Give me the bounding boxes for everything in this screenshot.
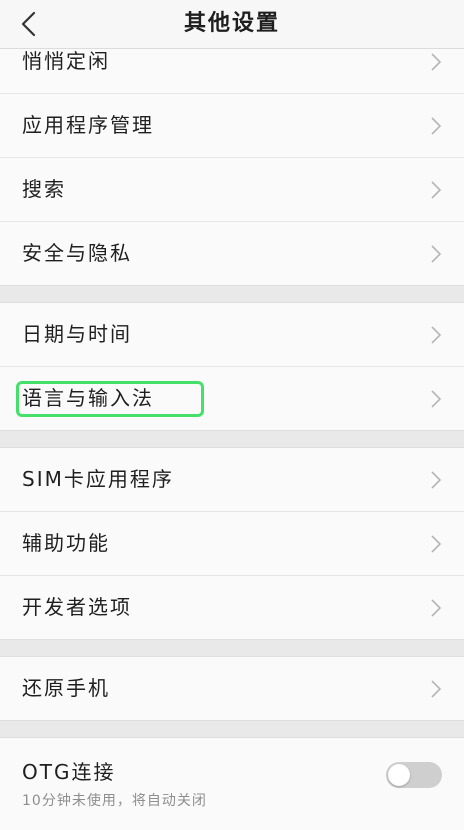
menu-item-accessibility[interactable]: 辅助功能 — [0, 512, 464, 576]
page-title: 其他设置 — [183, 11, 280, 36]
menu-item-label: 应用程序管理 — [22, 113, 154, 137]
menu-item-reset-phone[interactable]: 还原手机 — [0, 657, 464, 720]
settings-group-1: 悄悄定闲 应用程序管理 搜索 安全与隐私 — [0, 30, 464, 285]
menu-item-label: 搜索 — [22, 177, 66, 201]
chevron-right-icon — [431, 390, 442, 408]
top-bar: 其他设置 — [0, 0, 464, 49]
chevron-right-icon — [431, 535, 442, 553]
settings-group-3: SIM卡应用程序 辅助功能 开发者选项 — [0, 448, 464, 639]
menu-item-language-input[interactable]: 语言与输入法 — [0, 367, 464, 430]
menu-item-label: SIM卡应用程序 — [22, 467, 174, 491]
menu-item-label: 辅助功能 — [22, 531, 110, 555]
chevron-right-icon — [431, 471, 442, 489]
chevron-right-icon — [431, 326, 442, 344]
otg-subtitle: 10分钟未使用，将自动关闭 — [22, 793, 207, 809]
chevron-right-icon — [431, 117, 442, 135]
menu-item-search[interactable]: 搜索 — [0, 158, 464, 222]
settings-group-4: 还原手机 — [0, 657, 464, 720]
otg-setting-row: OTG连接 10分钟未使用，将自动关闭 — [0, 738, 464, 830]
group-divider — [0, 720, 464, 738]
menu-item-sim-apps[interactable]: SIM卡应用程序 — [0, 448, 464, 512]
menu-item-developer-options[interactable]: 开发者选项 — [0, 576, 464, 639]
menu-item-label: 安全与隐私 — [22, 241, 132, 265]
chevron-right-icon — [431, 245, 442, 263]
chevron-right-icon — [431, 680, 442, 698]
settings-list: 悄悄定闲 应用程序管理 搜索 安全与隐私 日期与时间 语言与输入法 SIM卡应用… — [0, 30, 464, 830]
otg-title: OTG连接 — [22, 760, 116, 784]
menu-item-label: 开发者选项 — [22, 595, 132, 619]
chevron-right-icon — [431, 599, 442, 617]
chevron-right-icon — [431, 53, 442, 71]
menu-item-label: 语言与输入法 — [22, 386, 154, 410]
chevron-right-icon — [431, 181, 442, 199]
menu-item-label: 还原手机 — [22, 676, 110, 700]
settings-group-2: 日期与时间 语言与输入法 — [0, 303, 464, 430]
group-divider — [0, 285, 464, 303]
menu-item-label: 日期与时间 — [22, 322, 132, 346]
menu-item-date-time[interactable]: 日期与时间 — [0, 303, 464, 367]
group-divider — [0, 430, 464, 448]
group-divider — [0, 639, 464, 657]
otg-toggle[interactable] — [386, 762, 442, 788]
settings-group-otg: OTG连接 10分钟未使用，将自动关闭 — [0, 738, 464, 830]
menu-item-security-privacy[interactable]: 安全与隐私 — [0, 222, 464, 285]
toggle-knob — [388, 764, 410, 786]
menu-item-app-management[interactable]: 应用程序管理 — [0, 94, 464, 158]
